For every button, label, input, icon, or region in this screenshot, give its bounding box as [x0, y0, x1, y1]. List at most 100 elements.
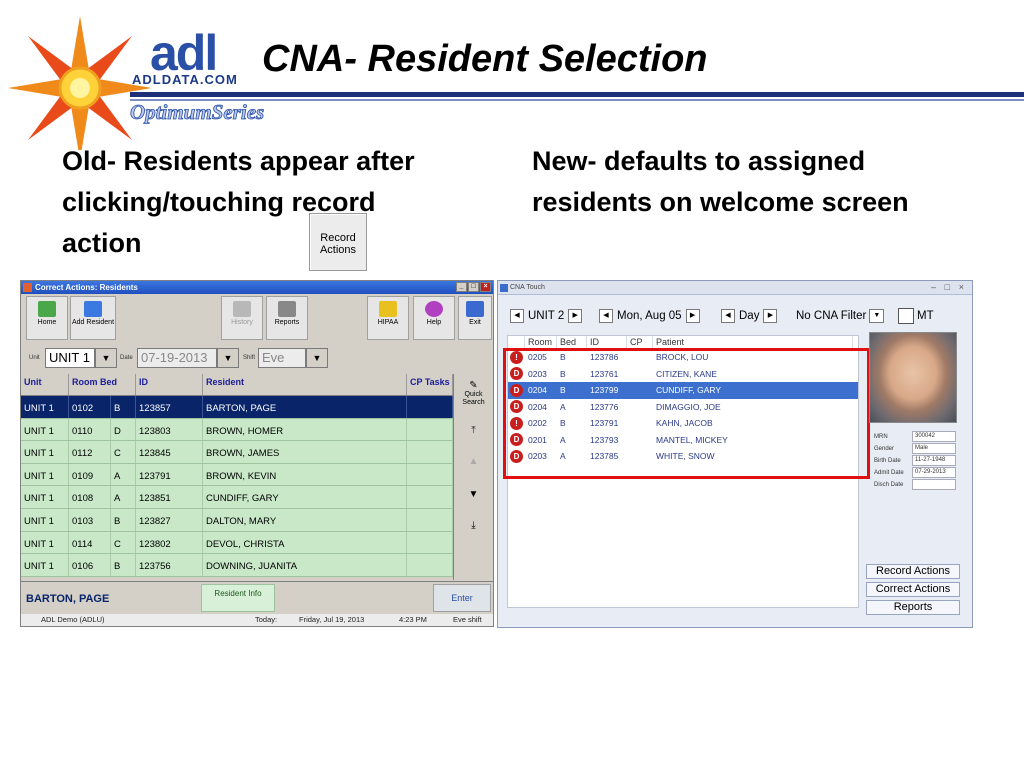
cell-room: 0109 — [69, 463, 111, 486]
cna-filter-select[interactable]: No CNA Filter ▼ — [796, 307, 885, 325]
chevron-down-icon[interactable]: ▼ — [869, 309, 885, 323]
unit-select[interactable]: UNIT 1 — [45, 348, 95, 368]
table-row[interactable]: UNIT 1 0114 C 123802 DEVOL, CHRISTA — [21, 531, 453, 555]
minimize-button[interactable]: – — [931, 282, 936, 292]
scroll-top-icon[interactable]: ⤒ — [454, 425, 493, 436]
cell-resident: BROWN, KEVIN — [203, 463, 407, 486]
cell-bed: C — [111, 531, 136, 554]
cell-resident: DALTON, MARY — [203, 508, 407, 531]
shift-select[interactable]: Eve — [258, 348, 306, 368]
old-filter-bar: Unit UNIT 1 ▼ Date 07-19-2013 ▼ Shift Ev… — [21, 345, 493, 373]
mt-checkbox[interactable] — [898, 308, 914, 324]
minimize-button[interactable]: _ — [456, 282, 467, 292]
scroll-bottom-icon[interactable]: ⤓ — [454, 520, 493, 531]
status-time: 4:23 PM — [399, 615, 427, 624]
cna-filter-value: No CNA Filter — [796, 310, 867, 322]
col-room[interactable]: Room — [525, 336, 557, 348]
prev-unit-button[interactable]: ◀ — [510, 309, 524, 323]
cell-unit: UNIT 1 — [21, 418, 69, 441]
date-value: Mon, Aug 05 — [617, 310, 682, 322]
correct-actions-button[interactable]: Correct Actions — [866, 582, 960, 597]
chevron-down-icon[interactable]: ▼ — [95, 348, 117, 368]
info-row: Admit Date 07-29-2013 — [874, 467, 960, 479]
unit-label: Unit — [29, 355, 40, 361]
maximize-button[interactable]: □ — [945, 282, 950, 292]
cell-unit: UNIT 1 — [21, 441, 69, 463]
cell-cp-tasks — [407, 531, 453, 554]
cell-cp-tasks — [407, 554, 453, 576]
help-button[interactable]: Help — [413, 296, 455, 340]
cell-unit: UNIT 1 — [21, 396, 69, 418]
resident-info-button[interactable]: Resident Info — [201, 584, 275, 612]
info-value: 300042 — [912, 431, 956, 442]
table-row[interactable]: UNIT 1 0102 B 123857 BARTON, PAGE — [21, 396, 453, 419]
shift-label: Shift — [243, 355, 256, 361]
maximize-button[interactable]: □ — [468, 282, 479, 292]
grid-header: Unit Room Bed ID Resident CP Tasks — [21, 374, 453, 396]
quick-search-button[interactable]: Quick Search — [454, 391, 493, 407]
table-row[interactable]: UNIT 1 0109 A 123791 BROWN, KEVIN — [21, 463, 453, 487]
cell-unit: UNIT 1 — [21, 554, 69, 576]
next-unit-button[interactable]: ▶ — [568, 309, 583, 323]
record-actions-button-sample[interactable]: Record Actions — [309, 213, 367, 271]
add-resident-button[interactable]: Add Resident — [70, 296, 116, 340]
range-selector: ◀ Day ▶ — [721, 307, 778, 325]
table-row[interactable]: UNIT 1 0108 A 123851 CUNDIFF, GARY — [21, 486, 453, 509]
home-button[interactable]: Home — [26, 296, 68, 340]
old-side-panel: ✎ Quick Search ⤒ ▲ ▼ ⤓ — [453, 374, 493, 580]
scroll-up-icon[interactable]: ▲ — [454, 456, 493, 467]
range-value: Day — [739, 310, 760, 322]
hipaa-button[interactable]: HIPAA — [367, 296, 409, 340]
table-row[interactable]: UNIT 1 0106 B 123756 DOWNING, JUANITA — [21, 554, 453, 577]
scroll-down-icon[interactable]: ▼ — [454, 489, 493, 500]
col-room-bed[interactable]: Room Bed — [69, 374, 136, 395]
col-cp[interactable]: CP — [627, 336, 653, 348]
slide-title: CNA- Resident Selection — [262, 38, 708, 80]
prev-date-button[interactable]: ◀ — [599, 309, 613, 323]
chevron-down-icon[interactable]: ▼ — [306, 348, 328, 368]
col-unit[interactable]: Unit — [21, 374, 69, 395]
logo-series: OptimumSeries — [130, 100, 265, 125]
cell-cp-tasks — [407, 508, 453, 531]
history-button[interactable]: History — [221, 296, 263, 340]
cell-id: 123756 — [136, 554, 203, 576]
next-range-button[interactable]: ▶ — [763, 309, 778, 323]
reports-button[interactable]: Reports — [266, 296, 308, 340]
table-row[interactable]: UNIT 1 0112 C 123845 BROWN, JAMES — [21, 441, 453, 464]
info-value: 11-27-1948 — [912, 455, 956, 466]
cell-cp-tasks — [407, 418, 453, 441]
col-resident[interactable]: Resident — [203, 374, 407, 395]
table-row[interactable]: UNIT 1 0110 D 123803 BROWN, HOMER — [21, 418, 453, 442]
mt-label: MT — [917, 310, 934, 322]
cell-room: 0114 — [69, 531, 111, 554]
quick-search-icon[interactable]: ✎ — [454, 380, 493, 391]
info-value: Male — [912, 443, 956, 454]
mt-toggle[interactable]: MT — [898, 307, 934, 325]
col-id[interactable]: ID — [587, 336, 627, 348]
close-button[interactable]: × — [959, 282, 964, 292]
cell-room: 0106 — [69, 554, 111, 576]
col-id[interactable]: ID — [136, 374, 203, 395]
table-row[interactable]: UNIT 1 0103 B 123827 DALTON, MARY — [21, 508, 453, 532]
cell-bed: B — [111, 508, 136, 531]
cell-room: 0102 — [69, 396, 111, 418]
close-button[interactable]: × — [480, 282, 491, 292]
info-label: MRN — [874, 434, 888, 440]
col-bed[interactable]: Bed — [557, 336, 587, 348]
info-row: Gender Male — [874, 443, 960, 455]
col-cp-tasks[interactable]: CP Tasks — [407, 374, 453, 395]
exit-button[interactable]: Exit — [458, 296, 492, 340]
date-select[interactable]: 07-19-2013 — [137, 348, 217, 368]
next-date-button[interactable]: ▶ — [685, 309, 700, 323]
info-label: Gender — [874, 446, 895, 452]
record-actions-button[interactable]: Record Actions — [866, 564, 960, 579]
prev-range-button[interactable]: ◀ — [721, 309, 735, 323]
info-label: Disch Date — [874, 482, 904, 488]
reports-button[interactable]: Reports — [866, 600, 960, 615]
cell-unit: UNIT 1 — [21, 463, 69, 486]
cell-room: 0110 — [69, 418, 111, 441]
cell-unit: UNIT 1 — [21, 508, 69, 531]
col-patient[interactable]: Patient — [653, 336, 853, 348]
chevron-down-icon[interactable]: ▼ — [217, 348, 239, 368]
enter-button[interactable]: Enter — [433, 584, 491, 612]
